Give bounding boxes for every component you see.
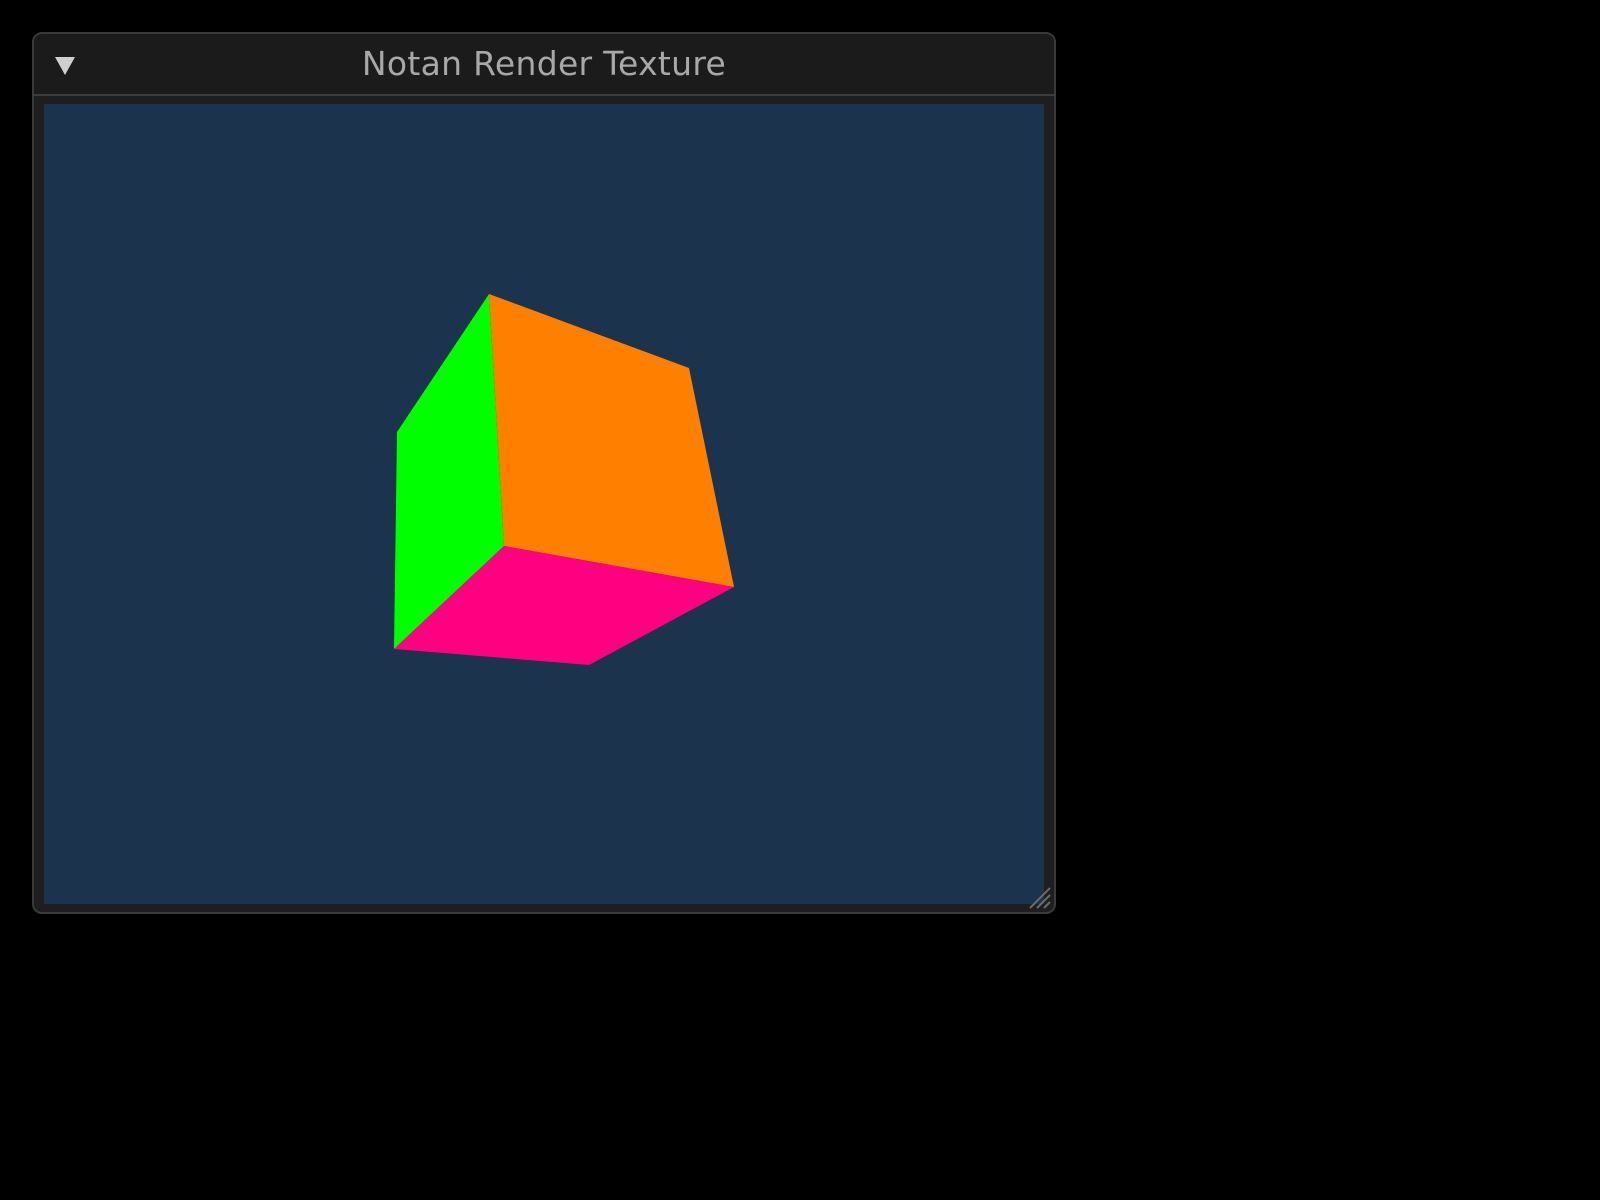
window-content [44, 104, 1044, 906]
window-title: Notan Render Texture [361, 44, 727, 83]
render-texture-window: Notan Render Texture [32, 32, 1056, 914]
resize-grip-icon[interactable] [1026, 884, 1052, 910]
window-titlebar[interactable]: Notan Render Texture [34, 34, 1054, 96]
render-texture-viewport [44, 104, 1044, 904]
